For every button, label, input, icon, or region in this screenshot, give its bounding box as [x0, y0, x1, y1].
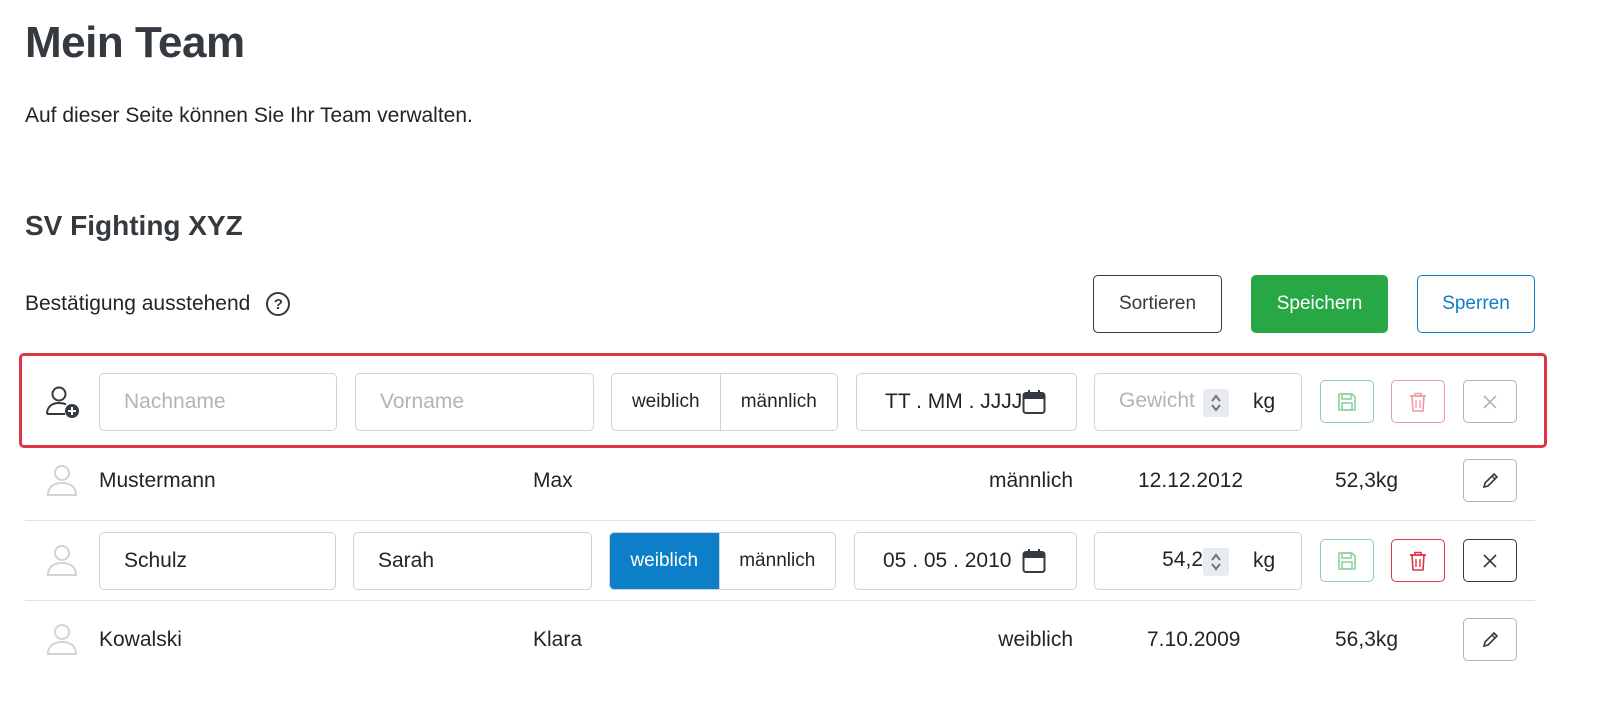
weight-input[interactable]: Gewicht kg	[1094, 373, 1302, 431]
member-gender: männlich	[988, 469, 1073, 492]
delete-row-button[interactable]	[1391, 380, 1445, 423]
pending-label: Bestätigung ausstehend	[25, 292, 251, 315]
cancel-row-button[interactable]	[1463, 539, 1517, 582]
firstname-input[interactable]: Vorname	[355, 373, 594, 431]
close-icon	[1483, 394, 1497, 409]
save-row-button[interactable]	[1320, 539, 1374, 582]
trash-icon	[1410, 551, 1426, 571]
edit-row-button[interactable]	[1463, 618, 1517, 661]
gender-option-female[interactable]: weiblich	[610, 533, 719, 589]
weight-placeholder: Gewicht	[1119, 389, 1195, 412]
firstname-input[interactable]: Sarah	[353, 532, 592, 590]
gender-option-male[interactable]: männlich	[719, 374, 837, 430]
sort-button[interactable]: Sortieren	[1093, 275, 1222, 333]
gender-toggle: weiblich männlich	[611, 373, 838, 431]
member-weight: 52,3kg	[1335, 469, 1399, 492]
member-firstname: Max	[533, 469, 573, 492]
weight-unit: kg	[1253, 549, 1276, 572]
pencil-icon	[1482, 631, 1499, 647]
member-firstname: Klara	[533, 628, 583, 651]
lastname-input[interactable]: Nachname	[99, 373, 337, 431]
help-icon[interactable]: ?	[266, 292, 291, 316]
person-icon	[46, 465, 78, 496]
save-row-button[interactable]	[1320, 380, 1374, 423]
weight-input[interactable]: 54,2 kg	[1094, 532, 1302, 590]
birthdate-placeholder: TT . MM . JJJJ	[885, 390, 1023, 413]
gender-toggle: weiblich männlich	[609, 532, 836, 590]
save-button[interactable]: Speichern	[1251, 275, 1388, 333]
member-birthdate: 12.12.2012	[1138, 469, 1244, 492]
lock-button[interactable]: Sperren	[1417, 275, 1535, 333]
close-icon	[1483, 553, 1497, 568]
spinner-icon[interactable]	[1203, 548, 1229, 576]
edit-row-button[interactable]	[1463, 459, 1517, 502]
pencil-icon	[1482, 472, 1499, 488]
birthdate-input[interactable]: TT . MM . JJJJ	[856, 373, 1077, 431]
spinner-icon[interactable]	[1203, 389, 1229, 417]
delete-row-button[interactable]	[1391, 539, 1445, 582]
member-weight: 56,3kg	[1335, 628, 1399, 651]
lastname-input[interactable]: Schulz	[99, 532, 336, 590]
weight-unit: kg	[1253, 390, 1276, 413]
page-description: Auf dieser Seite können Sie Ihr Team ver…	[25, 104, 473, 127]
trash-icon	[1410, 392, 1426, 412]
add-user-icon	[46, 386, 79, 418]
row-divider	[25, 520, 1535, 521]
floppy-disk-icon	[1338, 551, 1356, 570]
member-lastname: Mustermann	[99, 469, 216, 492]
calendar-icon[interactable]	[1022, 389, 1046, 415]
birthdate-value: 05 . 05 . 2010	[883, 549, 1012, 572]
team-name: SV Fighting XYZ	[25, 210, 243, 241]
person-icon	[46, 624, 78, 655]
member-lastname: Kowalski	[99, 628, 182, 651]
member-birthdate: 7.10.2009	[1147, 628, 1241, 651]
pending-confirmation: Bestätigung ausstehend ?	[25, 292, 291, 316]
floppy-disk-icon	[1338, 392, 1356, 411]
birthdate-input[interactable]: 05 . 05 . 2010	[854, 532, 1077, 590]
calendar-icon[interactable]	[1022, 548, 1046, 574]
row-divider	[25, 600, 1535, 601]
page-title: Mein Team	[25, 18, 245, 67]
member-gender: weiblich	[998, 628, 1073, 651]
gender-option-male[interactable]: männlich	[718, 533, 835, 589]
gender-option-female[interactable]: weiblich	[612, 374, 720, 430]
weight-value: 54,2	[1162, 548, 1203, 571]
cancel-row-button[interactable]	[1463, 380, 1517, 423]
person-icon	[46, 545, 78, 576]
